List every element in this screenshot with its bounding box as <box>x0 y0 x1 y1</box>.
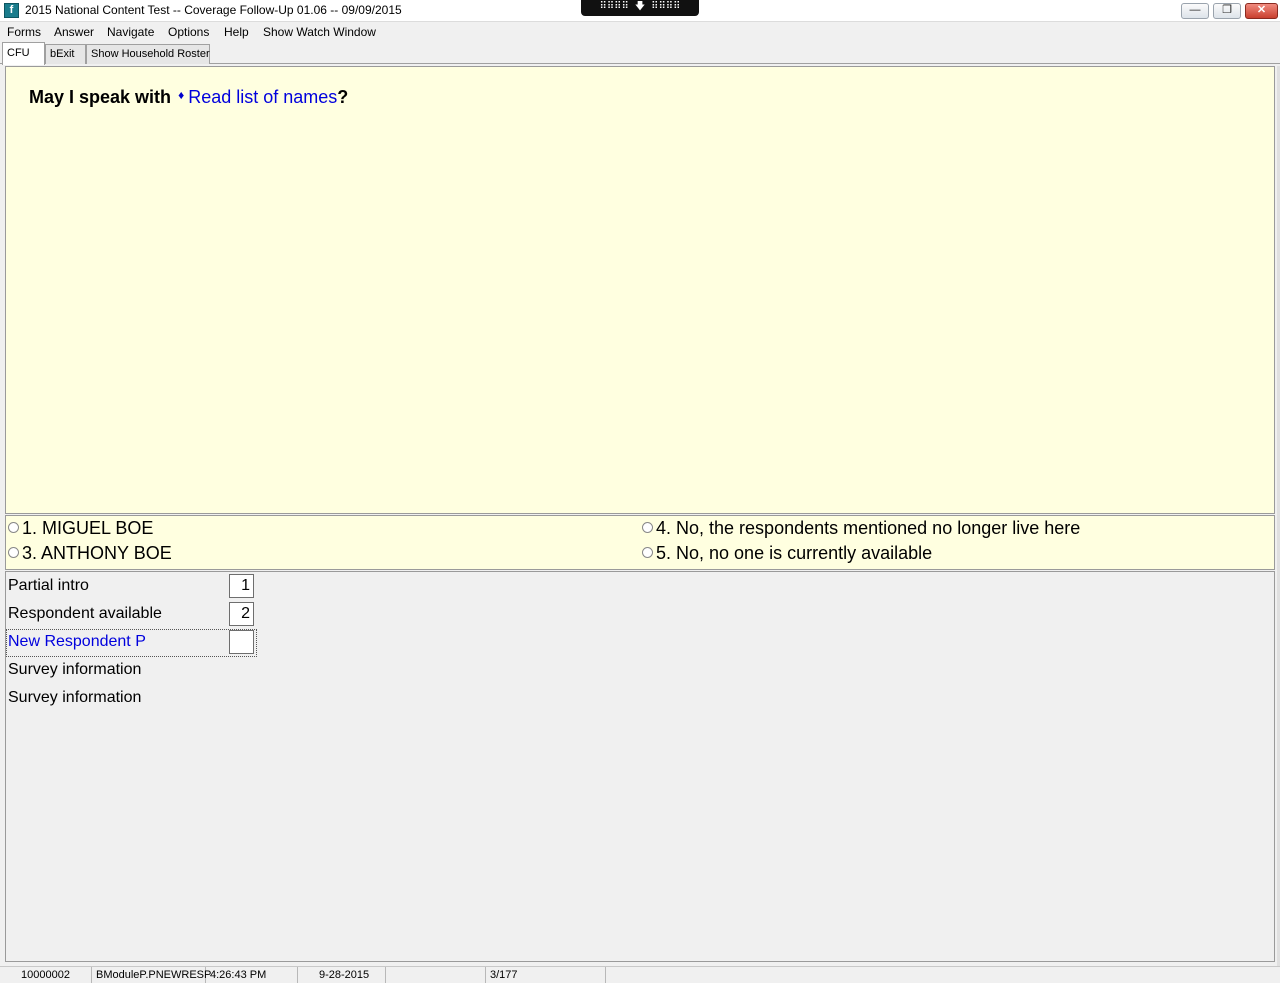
field-label-survey-information: Survey information <box>8 689 142 706</box>
menu-bar: Forms Answer Navigate Options Help Show … <box>0 22 1280 42</box>
field-input-respondent-available[interactable]: 2 <box>229 602 254 626</box>
menu-help[interactable]: Help <box>224 25 249 39</box>
radio-icon[interactable] <box>642 547 653 558</box>
question-pane: May I speak with ♦ Read list of names? <box>5 66 1275 514</box>
question-lead: May I speak with <box>29 87 172 107</box>
field-label-respondent-available: Respondent available <box>8 605 162 622</box>
answer-option-3[interactable]: 3. ANTHONY BOE <box>8 543 172 564</box>
status-empty-cell <box>386 967 486 983</box>
radio-icon[interactable] <box>8 547 19 558</box>
field-input-new-respondent-p[interactable] <box>229 630 254 654</box>
question-end: ? <box>337 87 349 107</box>
cati-window: f 2015 National Content Test -- Coverage… <box>0 0 1280 983</box>
menu-navigate[interactable]: Navigate <box>107 25 154 39</box>
menu-forms[interactable]: Forms <box>7 25 41 39</box>
tab-bexit[interactable]: bExit <box>45 44 86 64</box>
restore-button[interactable]: ❐ <box>1213 3 1241 19</box>
answer-option-5[interactable]: 5. No, no one is currently available <box>642 543 932 564</box>
status-field-name: BModuleP.PNEWRESP <box>92 967 211 983</box>
menu-answer[interactable]: Answer <box>54 25 94 39</box>
radio-icon[interactable] <box>642 522 653 533</box>
close-button[interactable]: ✕ <box>1245 3 1278 19</box>
status-date: 9-28-2015 <box>298 967 386 983</box>
tab-show-household-roster[interactable]: Show Household Roster <box>86 44 210 64</box>
status-page-count: 3/177 <box>486 967 606 983</box>
read-list-of-names-fill: Read list of names <box>188 87 338 107</box>
diamond-icon: ♦ <box>178 88 185 102</box>
field-label-survey-information: Survey information <box>8 661 142 678</box>
status-case-id: 10000002 <box>0 967 92 983</box>
answer-label: 3. ANTHONY BOE <box>22 543 172 563</box>
menu-options[interactable]: Options <box>168 25 209 39</box>
answer-label: 4. No, the respondents mentioned no long… <box>656 518 1081 538</box>
field-label-partial-intro: Partial intro <box>8 577 89 594</box>
field-label-new-respondent-p: New Respondent P <box>8 633 146 650</box>
tab-bar: CFU bExit Show Household Roster <box>0 42 1280 65</box>
answer-list: 1. MIGUEL BOE 3. ANTHONY BOE 4. No, the … <box>5 515 1275 570</box>
window-title: 2015 National Content Test -- Coverage F… <box>25 3 402 17</box>
radio-icon[interactable] <box>8 522 19 533</box>
answer-label: 5. No, no one is currently available <box>656 543 933 563</box>
remote-session-toolbar[interactable]: ⠿⠿⠿⠿ 🡇 ⠿⠿⠿⠿ <box>581 0 699 16</box>
answer-label: 1. MIGUEL BOE <box>22 518 154 538</box>
minimize-button[interactable]: — <box>1181 3 1209 19</box>
tab-cfu[interactable]: CFU <box>2 42 45 65</box>
answer-option-1[interactable]: 1. MIGUEL BOE <box>8 518 153 539</box>
answer-option-4[interactable]: 4. No, the respondents mentioned no long… <box>642 518 1080 539</box>
status-time: 4:26:43 PM <box>206 967 298 983</box>
menu-show-watch-window[interactable]: Show Watch Window <box>263 25 376 39</box>
title-bar: f 2015 National Content Test -- Coverage… <box>0 0 1280 22</box>
field-input-partial-intro[interactable]: 1 <box>229 574 254 598</box>
field-grid: Partial intro 1 Respondent available 2 N… <box>5 571 1275 962</box>
app-icon: f <box>4 3 19 18</box>
question-text: May I speak with ♦ Read list of names? <box>29 87 348 108</box>
status-bar: 10000002 BModuleP.PNEWRESP 4:26:43 PM 9-… <box>0 966 1280 983</box>
